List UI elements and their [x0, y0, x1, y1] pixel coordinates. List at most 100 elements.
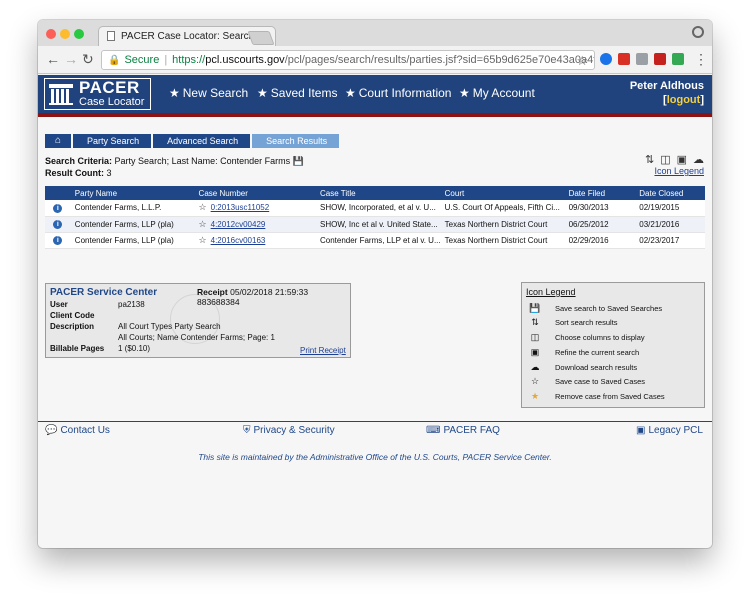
address-bar[interactable]: 🔒 Secure | https:// pcl.uscourts.gov /pc…	[101, 50, 595, 70]
minimize-window-button[interactable]	[60, 29, 70, 39]
case-number-link[interactable]: 0:2013usc11052	[211, 203, 270, 212]
result-count-label: Result Count:	[45, 168, 104, 178]
extension-icon[interactable]	[654, 53, 666, 65]
breadcrumb: ⌂ Party Search Advanced Search Search Re…	[45, 134, 341, 148]
logo-title: PACER	[79, 78, 140, 97]
site-header: PACER Case Locator ★ New Search ★ Saved It…	[38, 75, 712, 113]
user-name: Peter Aldhous	[629, 80, 704, 92]
breadcrumb-party-search[interactable]: Party Search	[73, 134, 152, 148]
description-label: Description	[50, 322, 95, 331]
case-title: SHOW, Inc et al v. United State...	[315, 216, 441, 233]
legend-label: Remove case from Saved Cases	[555, 392, 665, 401]
secure-label: Secure	[124, 54, 160, 66]
pacer-logo[interactable]: PACER Case Locator	[44, 78, 151, 110]
browser-menu-icon[interactable]: ⋮	[694, 51, 708, 67]
extension-icon[interactable]	[636, 53, 648, 65]
columns-icon[interactable]: ◫	[660, 153, 670, 166]
legend-item: ⇅ Sort search results	[528, 316, 618, 328]
table-row: i Contender Farms, L.L.P. ☆ 0:2013usc1105…	[45, 200, 705, 217]
nav-saved-items[interactable]: ★ Saved Items	[257, 86, 337, 100]
page-content: PACER Case Locator ★ New Search ★ Saved It…	[38, 75, 712, 548]
monitor-icon: ▣	[636, 425, 646, 436]
legacy-pcl-link[interactable]: ▣ Legacy PCL	[636, 425, 703, 436]
legend-item: ☆ Save case to Saved Cases	[528, 375, 645, 387]
star-outline-icon[interactable]: ☆	[199, 235, 207, 245]
table-cell: ☆ 0:2013usc11052	[194, 200, 316, 217]
download-icon[interactable]: ☁	[693, 153, 704, 166]
header-court[interactable]: Court	[440, 186, 565, 200]
criteria-value: Party Search; Last Name: Contender Farms	[114, 156, 291, 166]
privacy-label: Privacy & Security	[253, 425, 335, 436]
columns-icon: ◫	[530, 332, 540, 342]
nav-new-search[interactable]: ★ New Search	[169, 86, 248, 100]
privacy-security-link[interactable]: ⛨ Privacy & Security	[243, 425, 335, 436]
case-title: SHOW, Incorporated, et al v. U...	[315, 200, 441, 217]
header-case-title[interactable]: Case Title	[315, 186, 441, 200]
maximize-window-button[interactable]	[74, 29, 84, 39]
pacer-faq-link[interactable]: ⌨ PACER FAQ	[426, 425, 500, 436]
forward-button[interactable]: →	[64, 51, 78, 67]
extension-icon[interactable]	[618, 53, 630, 65]
url-host: pcl.uscourts.gov	[205, 54, 285, 66]
nav-my-account[interactable]: ★ My Account	[459, 86, 535, 100]
icon-legend-link[interactable]: Icon Legend	[654, 166, 704, 176]
results-table: Party Name Case Number Case Title Court …	[45, 186, 705, 249]
header-date-closed[interactable]: Date Closed	[635, 186, 705, 200]
home-icon[interactable]: ⌂	[45, 134, 72, 148]
star-outline-icon[interactable]: ☆	[199, 202, 207, 212]
star-outline-icon[interactable]: ☆	[199, 219, 207, 229]
table-cell: i	[45, 216, 71, 233]
header-case-number[interactable]: Case Number	[194, 186, 316, 200]
service-center-receipt: PACER Service Center Receipt 05/02/2018 …	[45, 283, 351, 358]
extension-icon[interactable]	[600, 53, 612, 65]
contact-us-link[interactable]: 💬 Contact Us	[45, 425, 110, 436]
user-value: pa2138	[118, 300, 145, 309]
print-receipt-link[interactable]: Print Receipt	[300, 346, 346, 355]
table-cell: i	[45, 232, 71, 249]
extension-icon[interactable]	[672, 53, 684, 65]
header-party-name[interactable]: Party Name	[70, 186, 195, 200]
refine-icon[interactable]: ▣	[677, 153, 687, 166]
breadcrumb-advanced-search[interactable]: Advanced Search	[153, 134, 251, 148]
party-name: Contender Farms, LLP (pla)	[70, 216, 195, 233]
date-closed: 03/21/2016	[635, 216, 705, 233]
legend-item: ★ Remove case from Saved Cases	[528, 390, 665, 402]
description-line-1: All Court Types Party Search	[118, 322, 221, 331]
legend-item: ☁ Download search results	[528, 361, 638, 373]
reload-button[interactable]: ↻	[82, 51, 94, 67]
save-icon[interactable]: 💾	[293, 156, 304, 166]
nav-court-information[interactable]: ★ Court Information	[345, 86, 451, 100]
info-icon[interactable]: i	[53, 220, 63, 229]
profile-icon[interactable]	[692, 26, 704, 38]
back-button[interactable]: ←	[46, 51, 60, 67]
star-icon: ★	[257, 86, 268, 100]
close-window-button[interactable]	[46, 29, 56, 39]
date-filed: 09/30/2013	[564, 200, 636, 217]
sort-icon[interactable]: ⇅	[645, 153, 654, 166]
table-cell: i	[45, 200, 71, 217]
date-filed: 06/25/2012	[564, 216, 636, 233]
nav-label: Saved Items	[270, 86, 338, 100]
icon-legend-panel: Icon Legend 💾 Save search to Saved Search…	[521, 282, 705, 408]
legend-label: Download search results	[555, 363, 638, 372]
user-label: User	[50, 300, 68, 309]
logo-subtitle: Case Locator	[79, 96, 145, 108]
header-date-filed[interactable]: Date Filed	[564, 186, 636, 200]
logout-link[interactable]: logout	[667, 94, 701, 106]
footer-divider	[38, 421, 712, 422]
info-icon[interactable]: i	[53, 236, 63, 245]
tab-title: PACER Case Locator: Search R	[121, 31, 265, 42]
criteria-label: Search Criteria:	[45, 156, 113, 166]
case-number-link[interactable]: 4:2012cv00429	[211, 220, 266, 229]
new-tab-button[interactable]	[247, 31, 275, 45]
faq-label: PACER FAQ	[443, 425, 500, 436]
bookmark-star-icon[interactable]: ☆	[576, 53, 588, 69]
legend-item: ▣ Refine the current search	[528, 346, 639, 358]
maintained-notice: This site is maintained by the Administr…	[198, 452, 552, 462]
legend-label: Sort search results	[555, 318, 618, 327]
result-count-value: 3	[106, 168, 112, 178]
breadcrumb-search-results: Search Results	[252, 134, 340, 148]
case-number-link[interactable]: 4:2016cv00163	[211, 236, 266, 245]
info-icon[interactable]: i	[53, 203, 63, 213]
url-path: /pcl/pages/search/results/parties.jsf?si…	[284, 54, 595, 66]
